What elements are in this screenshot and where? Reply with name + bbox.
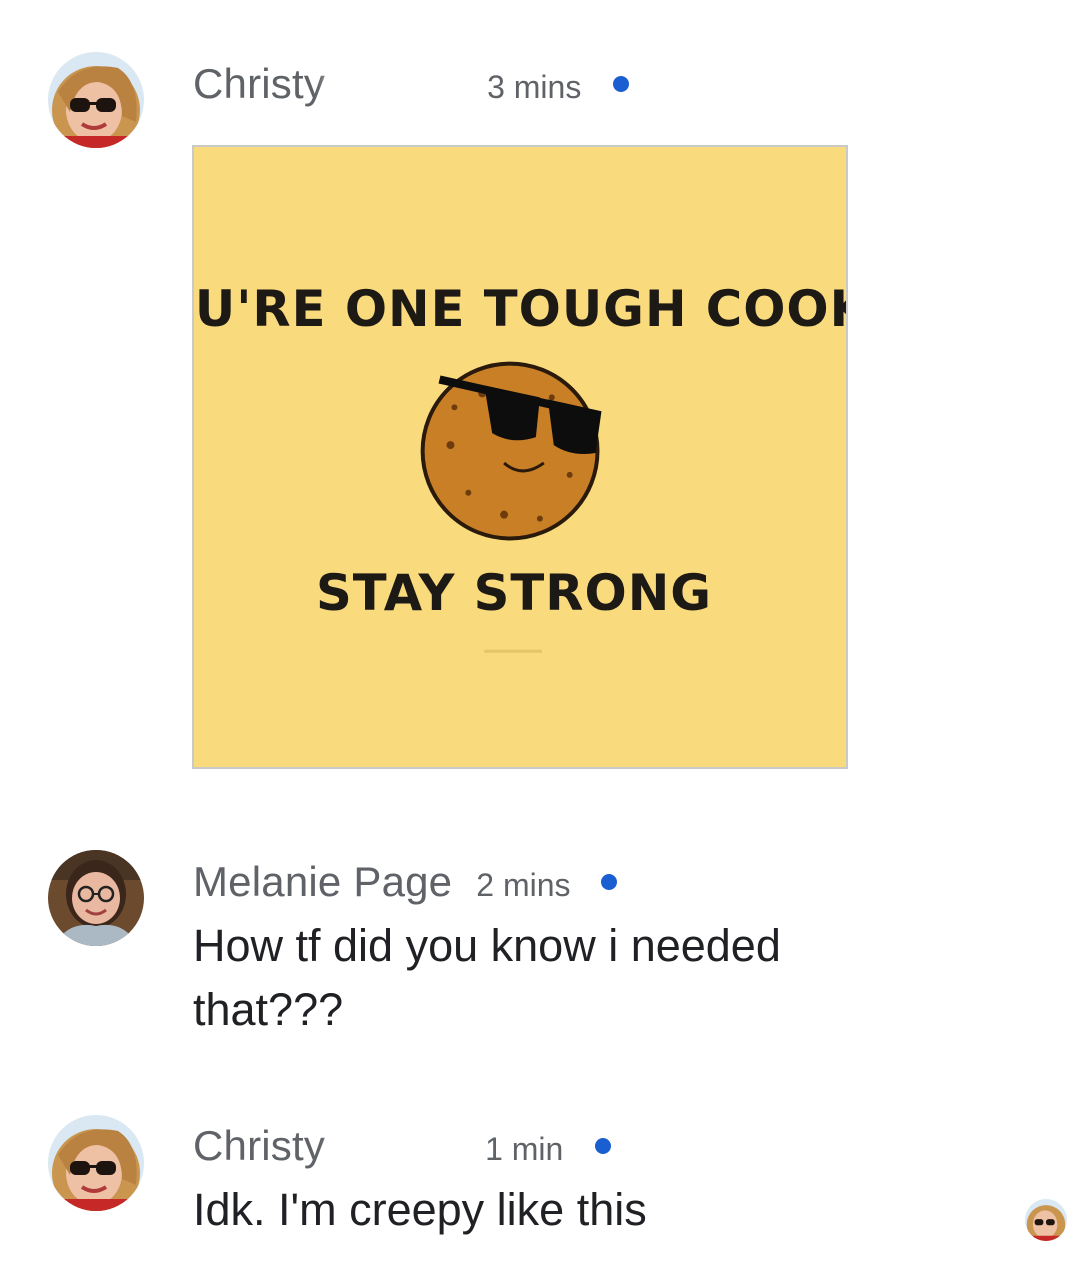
comment-text: Idk. I'm creepy like this: [193, 1184, 647, 1235]
sticker-image[interactable]: YOU'RE ONE TOUGH COOKIE STAY STRONG: [192, 145, 848, 769]
avatar-woman-sunglasses-icon: [48, 1115, 144, 1211]
sticker-line-1: YOU'RE ONE TOUGH COOKIE: [194, 280, 846, 338]
author-name[interactable]: Christy: [193, 60, 325, 108]
comment-time: 2 mins: [476, 867, 571, 903]
comment-text: How tf did you know i needed that???: [193, 920, 781, 1035]
unread-dot-icon: [600, 874, 617, 890]
redacted-surname: [339, 64, 458, 98]
avatar-woman-sunglasses-icon: [48, 52, 144, 148]
unread-dot-icon: [595, 1138, 612, 1154]
comment-time: 1 min: [485, 1131, 564, 1167]
comment-meta: Melanie Page 2 mins: [193, 858, 617, 906]
avatar-woman-glasses-scarf-icon: [48, 850, 144, 946]
unread-dot-icon: [613, 76, 630, 92]
avatar[interactable]: [48, 1115, 144, 1211]
avatar[interactable]: [48, 52, 144, 148]
author-name[interactable]: Melanie Page: [193, 858, 452, 906]
cookie-sunglasses-icon: YOU'RE ONE TOUGH COOKIE STAY STRONG: [194, 280, 846, 653]
redacted-surname: [343, 1126, 464, 1160]
comment-meta: Christy 3 mins: [193, 60, 630, 108]
comment-time: 3 mins: [487, 69, 582, 105]
seen-by-avatar[interactable]: [1025, 1199, 1067, 1241]
comment-meta: Christy 1 min: [193, 1122, 612, 1170]
avatar-woman-sunglasses-icon: [1025, 1199, 1067, 1241]
sticker-line-2: STAY STRONG: [316, 564, 712, 622]
comment-thread: Christy 3 mins YOU'RE ONE TOUGH COOKIE: [0, 0, 1080, 1285]
avatar[interactable]: [48, 850, 144, 946]
author-name[interactable]: Christy: [193, 1122, 325, 1170]
